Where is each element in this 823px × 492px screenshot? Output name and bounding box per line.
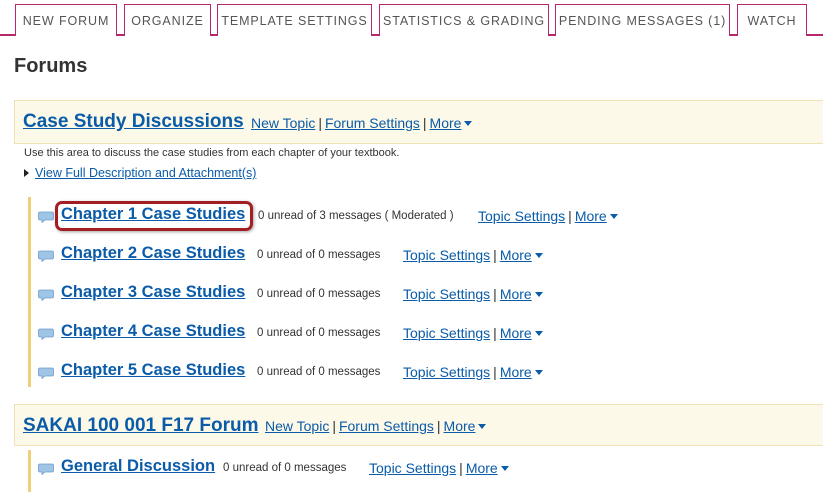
message-count: 0 unread of 0 messages — [223, 462, 347, 474]
new-topic-link[interactable]: New Topic — [251, 115, 315, 131]
speech-bubble-icon — [38, 211, 54, 223]
forum-settings-link[interactable]: Forum Settings — [339, 418, 434, 434]
more-link[interactable]: More — [500, 247, 532, 263]
topic-actions: Topic Settings | More — [403, 286, 543, 302]
more-link[interactable]: More — [430, 115, 462, 131]
topic-actions: Topic Settings | More — [403, 247, 543, 263]
caret-down-icon[interactable] — [464, 120, 473, 126]
forum-title-link[interactable]: Case Study Discussions — [23, 111, 244, 133]
topic-settings-link[interactable]: Topic Settings — [478, 208, 565, 224]
topic-settings-link[interactable]: Topic Settings — [369, 460, 456, 476]
topic-title-link[interactable]: General Discussion — [61, 457, 215, 476]
message-count: 0 unread of 3 messages ( Moderated ) — [258, 210, 454, 222]
forum-header-sakai: SAKAI 100 001 F17 Forum New Topic | Forum … — [14, 404, 823, 446]
topic-settings-link[interactable]: Topic Settings — [403, 325, 490, 341]
more-link[interactable]: More — [500, 286, 532, 302]
speech-bubble-icon — [38, 289, 54, 301]
speech-bubble-icon — [38, 328, 54, 340]
more-link[interactable]: More — [575, 208, 607, 224]
message-count: 0 unread of 0 messages — [257, 366, 381, 378]
tab-pending-messages[interactable]: PENDING MESSAGES (1) — [555, 4, 730, 36]
topic-title-link[interactable]: Chapter 2 Case Studies — [61, 244, 245, 263]
caret-down-icon[interactable] — [534, 252, 543, 258]
forum-actions: New Topic | Forum Settings | More — [265, 418, 487, 434]
caret-down-icon[interactable] — [534, 330, 543, 336]
topic-title-link[interactable]: Chapter 3 Case Studies — [61, 283, 245, 302]
view-full-description[interactable]: View Full Description and Attachment(s) — [24, 166, 256, 180]
caret-down-icon[interactable] — [609, 213, 618, 219]
tab-watch[interactable]: WATCH — [737, 4, 807, 36]
separator: | — [436, 418, 441, 434]
forum-description: Use this area to discuss the case studie… — [24, 147, 400, 159]
topic-list-indicator — [28, 450, 31, 492]
forum-toolbar: NEW FORUM ORGANIZE TEMPLATE SETTINGS STA… — [0, 0, 823, 36]
topic-title-link[interactable]: Chapter 5 Case Studies — [61, 361, 245, 380]
triangle-right-icon[interactable] — [24, 168, 29, 177]
tab-organize[interactable]: ORGANIZE — [124, 4, 211, 36]
topic-actions: Topic Settings | More — [403, 364, 543, 380]
separator: | — [493, 325, 497, 341]
topic-title-link[interactable]: Chapter 1 Case Studies — [61, 205, 245, 224]
separator: | — [493, 247, 497, 263]
topic-title-link[interactable]: Chapter 4 Case Studies — [61, 322, 245, 341]
more-link[interactable]: More — [500, 325, 532, 341]
tab-statistics-grading[interactable]: STATISTICS & GRADING — [379, 4, 549, 36]
topic-list-indicator — [28, 197, 31, 387]
topic-actions: Topic Settings | More — [403, 325, 543, 341]
speech-bubble-icon — [38, 463, 54, 475]
separator: | — [568, 208, 572, 224]
more-link[interactable]: More — [500, 364, 532, 380]
more-link[interactable]: More — [444, 418, 476, 434]
separator: | — [332, 418, 336, 434]
topic-settings-link[interactable]: Topic Settings — [403, 286, 490, 302]
tab-new-forum[interactable]: NEW FORUM — [15, 4, 117, 36]
caret-down-icon[interactable] — [500, 465, 509, 471]
forum-title-link[interactable]: SAKAI 100 001 F17 Forum — [23, 415, 258, 437]
more-link[interactable]: More — [466, 460, 498, 476]
message-count: 0 unread of 0 messages — [257, 327, 381, 339]
forum-settings-link[interactable]: Forum Settings — [325, 115, 420, 131]
tab-template-settings[interactable]: TEMPLATE SETTINGS — [217, 4, 372, 36]
topic-actions: Topic Settings | More — [369, 460, 509, 476]
forum-header-case-study: Case Study Discussions New Topic | Forum S… — [14, 100, 823, 144]
new-topic-link[interactable]: New Topic — [265, 418, 329, 434]
separator: | — [422, 115, 427, 131]
speech-bubble-icon — [38, 250, 54, 262]
topic-actions: Topic Settings | More — [478, 208, 618, 224]
caret-down-icon[interactable] — [478, 423, 487, 429]
caret-down-icon[interactable] — [534, 369, 543, 375]
page-title: Forums — [14, 55, 88, 77]
message-count: 0 unread of 0 messages — [257, 288, 381, 300]
topic-settings-link[interactable]: Topic Settings — [403, 364, 490, 380]
topic-settings-link[interactable]: Topic Settings — [403, 247, 490, 263]
separator: | — [493, 286, 497, 302]
forum-actions: New Topic | Forum Settings | More — [251, 115, 473, 131]
separator: | — [459, 460, 463, 476]
caret-down-icon[interactable] — [534, 291, 543, 297]
speech-bubble-icon — [38, 367, 54, 379]
separator: | — [493, 364, 497, 380]
message-count: 0 unread of 0 messages — [257, 249, 381, 261]
separator: | — [318, 115, 322, 131]
view-full-description-link[interactable]: View Full Description and Attachment(s) — [35, 166, 256, 180]
